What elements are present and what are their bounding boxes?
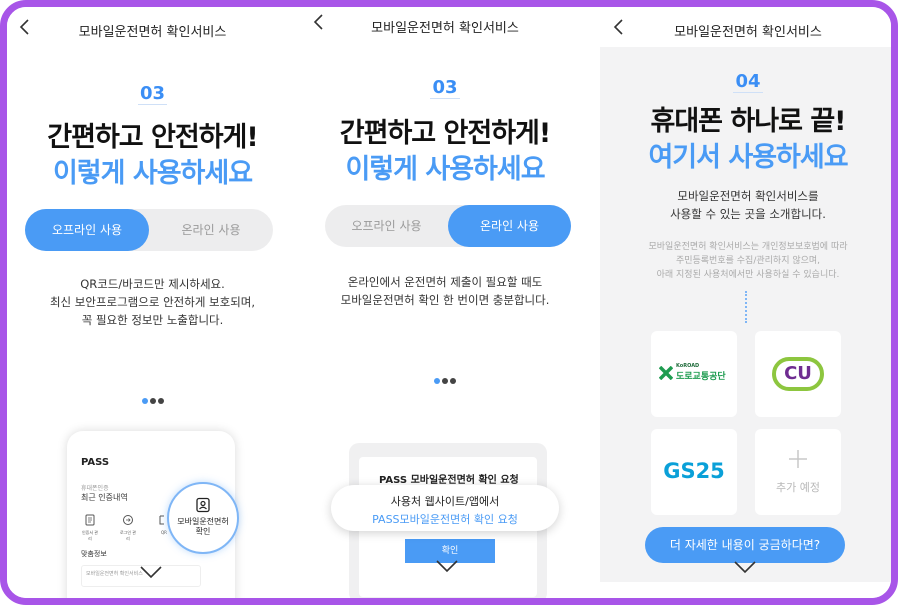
mockup-header: PASS 모바일운전면허 확인 요청 — [379, 475, 519, 486]
mockup-section: 맞춤정보 — [81, 550, 107, 558]
pager-dot[interactable] — [141, 398, 148, 404]
partner-koroad[interactable]: KoROAD 도로교통공단 — [651, 331, 737, 417]
privacy-note: 모바일운전면허 확인서비스는 개인정보보호법에 따라 주민등록번호를 수집/관리… — [648, 242, 848, 280]
cu-logo: CU — [772, 357, 824, 391]
login-manage-icon: 로그인 관리 — [119, 511, 137, 542]
step-number: 04 — [733, 71, 763, 93]
mode-toggle: 오프라인 사용 온라인 사용 — [325, 205, 571, 247]
description: 온라인에서 운전면허 제출이 필요할 때도 모바일운전면허 확인 한 번이면 충… — [340, 275, 550, 307]
partner-coming-soon: 추가 예정 — [755, 429, 841, 515]
top-bar: 모바일운전면허 확인서비스 — [301, 7, 589, 47]
panel-usage-places: 모바일운전면허 확인서비스 04 휴대폰 하나로 끝! 여기서 사용하세요 모바… — [593, 7, 891, 598]
top-bar: 모바일운전면허 확인서비스 — [7, 7, 298, 47]
mockup-history: 최근 인증내역 — [81, 493, 128, 502]
gs25-logo: GS25 — [663, 459, 725, 483]
pager-dots[interactable] — [301, 369, 589, 388]
online-tab[interactable]: 온라인 사용 — [448, 205, 571, 247]
mockup-app-name: PASS — [81, 457, 110, 468]
description: 모바일운전면허 확인서비스를 사용할 수 있는 곳을 소개합니다. — [670, 189, 826, 221]
pager-dots[interactable] — [7, 389, 298, 408]
pager-dot[interactable] — [157, 398, 164, 404]
panel-offline: 모바일운전면허 확인서비스 03 간편하고 안전하게! 이렇게 사용하세요 오프… — [7, 7, 298, 598]
offline-tab[interactable]: 오프라인 사용 — [325, 205, 448, 247]
mobile-license-check-button[interactable]: 모바일운전면허 확인 — [167, 482, 239, 554]
page-title: 모바일운전면허 확인서비스 — [78, 25, 227, 40]
chevron-down-icon[interactable] — [139, 564, 163, 579]
request-bubble: 사용처 웹사이트/앱에서 PASS모바일운전면허 확인 요청 — [331, 485, 559, 531]
more-info-button[interactable]: 더 자세한 내용이 궁금하다면? — [645, 527, 845, 563]
headline: 간편하고 안전하게! — [47, 122, 258, 153]
headline: 간편하고 안전하게! — [339, 118, 551, 149]
panel-online: 모바일운전면허 확인서비스 03 간편하고 안전하게! 이렇게 사용하세요 오프… — [301, 7, 589, 598]
subheadline: 이렇게 사용하세요 — [345, 154, 545, 185]
partner-cu[interactable]: CU — [755, 331, 841, 417]
chevron-down-icon[interactable] — [733, 559, 757, 574]
mode-toggle: 오프라인 사용 온라인 사용 — [25, 209, 273, 251]
step-number: 03 — [430, 77, 460, 99]
top-bar: 모바일운전면허 확인서비스 — [593, 7, 891, 47]
chevron-down-icon[interactable] — [435, 558, 459, 573]
koroad-logo-icon — [658, 365, 674, 384]
offline-tab[interactable]: 오프라인 사용 — [25, 209, 149, 251]
screenshot-frame: 모바일운전면허 확인서비스 03 간편하고 안전하게! 이렇게 사용하세요 오프… — [0, 0, 898, 605]
pager-dot[interactable] — [149, 398, 156, 404]
headline: 휴대폰 하나로 끝! — [650, 106, 847, 137]
pager-dot[interactable] — [450, 378, 456, 384]
page-title: 모바일운전면허 확인서비스 — [674, 25, 822, 40]
plus-icon — [788, 449, 808, 473]
step-number: 03 — [137, 83, 168, 105]
pager-dot[interactable] — [442, 378, 448, 384]
cert-manage-icon: 인증서 관리 — [81, 511, 99, 542]
subheadline: 여기서 사용하세요 — [648, 142, 848, 173]
pager-dot[interactable] — [434, 378, 440, 384]
page-title: 모바일운전면허 확인서비스 — [371, 21, 519, 36]
mockup-sub: 휴대폰인증 — [81, 485, 109, 492]
dotted-connector — [745, 291, 747, 323]
subheadline: 이렇게 사용하세요 — [52, 158, 253, 189]
partner-gs25[interactable]: GS25 — [651, 429, 737, 515]
online-tab[interactable]: 온라인 사용 — [149, 209, 273, 251]
id-card-icon — [169, 497, 237, 517]
description: QR코드/바코드만 제시하세요. 최신 보안프로그램으로 안전하게 보호되며, … — [49, 277, 256, 327]
